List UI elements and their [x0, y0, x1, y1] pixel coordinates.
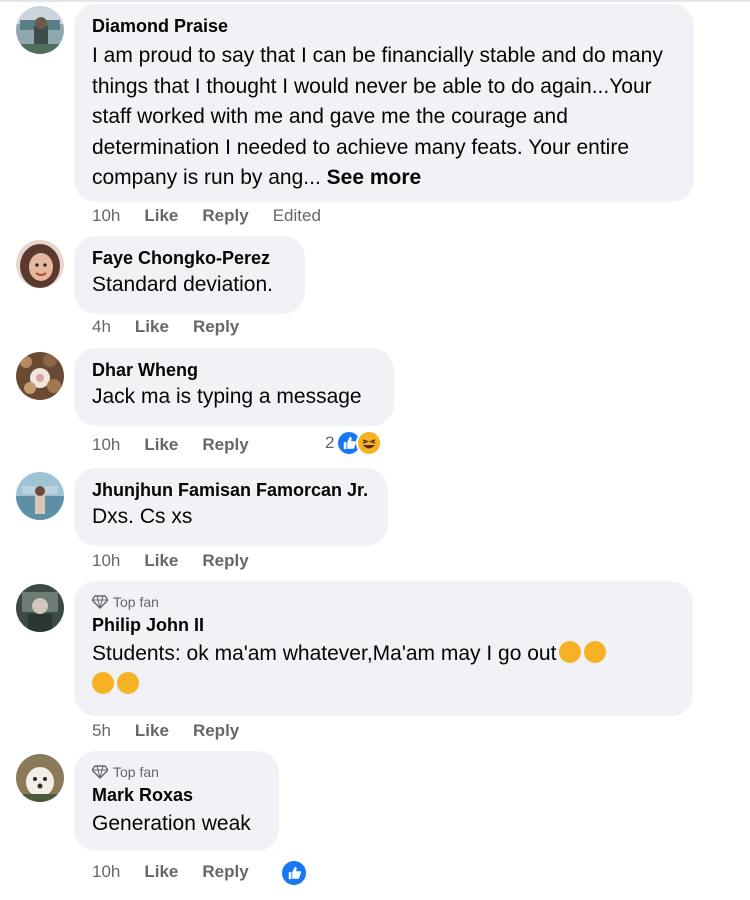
profile-photo-icon: [16, 6, 64, 54]
comment-text: Generation weak: [92, 812, 251, 835]
astonished-emoji-icon: [117, 671, 139, 694]
timestamp[interactable]: 10h: [92, 206, 120, 226]
reply-button[interactable]: Reply: [202, 862, 248, 882]
author-name[interactable]: Diamond Praise: [92, 14, 676, 38]
rofl-emoji-icon: [92, 671, 114, 694]
reaction-count: 2: [325, 433, 335, 452]
profile-photo-icon: [16, 754, 64, 802]
top-fan-badge: Top fan: [92, 593, 675, 611]
profile-photo-icon: [16, 584, 64, 632]
author-name[interactable]: Dhar Wheng: [92, 358, 376, 382]
timestamp[interactable]: 10h: [92, 862, 120, 882]
profile-photo-icon: [16, 472, 64, 520]
diamond-icon: [92, 765, 108, 779]
comment-bubble: Diamond Praise I am proud to say that I …: [74, 4, 694, 202]
author-name[interactable]: Jhunjhun Famisan Famorcan Jr.: [92, 478, 370, 502]
reply-button[interactable]: Reply: [202, 206, 248, 226]
comment-body: Students: ok ma'am whatever,Ma'am may I …: [92, 642, 557, 665]
timestamp[interactable]: 4h: [92, 317, 111, 337]
comment-text: I am proud to say that I can be financia…: [92, 41, 676, 194]
avatar[interactable]: [16, 6, 64, 54]
like-button[interactable]: Like: [144, 206, 178, 226]
rofl-emoji-icon: [584, 641, 607, 663]
comment-text: Students: ok ma'am whatever,Ma'am may I …: [92, 639, 675, 700]
badge-label: Top fan: [113, 594, 159, 610]
comment-bubble: Top fan Mark Roxas Generation weak: [74, 751, 279, 851]
comment-actions: 10h Like Reply: [92, 435, 273, 455]
see-more-link[interactable]: See more: [327, 166, 422, 189]
haha-icon: [356, 430, 383, 456]
author-name[interactable]: Philip John II: [92, 613, 675, 637]
top-divider: [0, 0, 750, 2]
comment-text: Standard deviation.: [92, 273, 273, 296]
like-button[interactable]: Like: [144, 435, 178, 455]
reply-button[interactable]: Reply: [202, 435, 248, 455]
timestamp[interactable]: 5h: [92, 721, 111, 741]
rofl-emoji-icon: [559, 641, 582, 663]
reaction-summary[interactable]: 2: [325, 430, 383, 456]
badge-label: Top fan: [113, 764, 159, 780]
like-button[interactable]: Like: [135, 317, 169, 337]
comment-actions: 5h Like Reply: [92, 721, 263, 741]
timestamp[interactable]: 10h: [92, 435, 120, 455]
comment-bubble: Jhunjhun Famisan Famorcan Jr. Dxs. Cs xs: [74, 468, 388, 546]
comment-bubble: Top fan Philip John II Students: ok ma'a…: [74, 581, 693, 716]
reply-button[interactable]: Reply: [193, 317, 239, 337]
reply-button[interactable]: Reply: [202, 551, 248, 571]
author-name[interactable]: Mark Roxas: [92, 783, 261, 807]
avatar[interactable]: [16, 240, 64, 288]
edited-label[interactable]: Edited: [273, 206, 321, 226]
comment-actions: 4h Like Reply: [92, 317, 263, 337]
author-name[interactable]: Faye Chongko-Perez: [92, 246, 287, 270]
like-button[interactable]: Like: [144, 551, 178, 571]
timestamp[interactable]: 10h: [92, 551, 120, 571]
avatar[interactable]: [16, 754, 64, 802]
like-icon: [280, 859, 308, 887]
avatar[interactable]: [16, 584, 64, 632]
comment-bubble: Dhar Wheng Jack ma is typing a message: [74, 348, 394, 426]
avatar[interactable]: [16, 472, 64, 520]
reply-button[interactable]: Reply: [193, 721, 239, 741]
like-button[interactable]: Like: [135, 721, 169, 741]
profile-photo-icon: [16, 240, 64, 288]
comment-actions: 10h Like Reply: [92, 551, 273, 571]
diamond-icon: [92, 595, 108, 609]
reaction-summary[interactable]: [280, 859, 308, 887]
comment-bubble: Faye Chongko-Perez Standard deviation.: [74, 236, 305, 314]
comment-actions: 10h Like Reply: [92, 862, 273, 882]
comment-text: Dxs. Cs xs: [92, 505, 193, 528]
comment-actions: 10h Like Reply Edited: [92, 206, 321, 226]
top-fan-badge: Top fan: [92, 763, 261, 781]
comment-text: Jack ma is typing a message: [92, 385, 362, 408]
avatar[interactable]: [16, 352, 64, 400]
profile-photo-icon: [16, 352, 64, 400]
like-button[interactable]: Like: [144, 862, 178, 882]
